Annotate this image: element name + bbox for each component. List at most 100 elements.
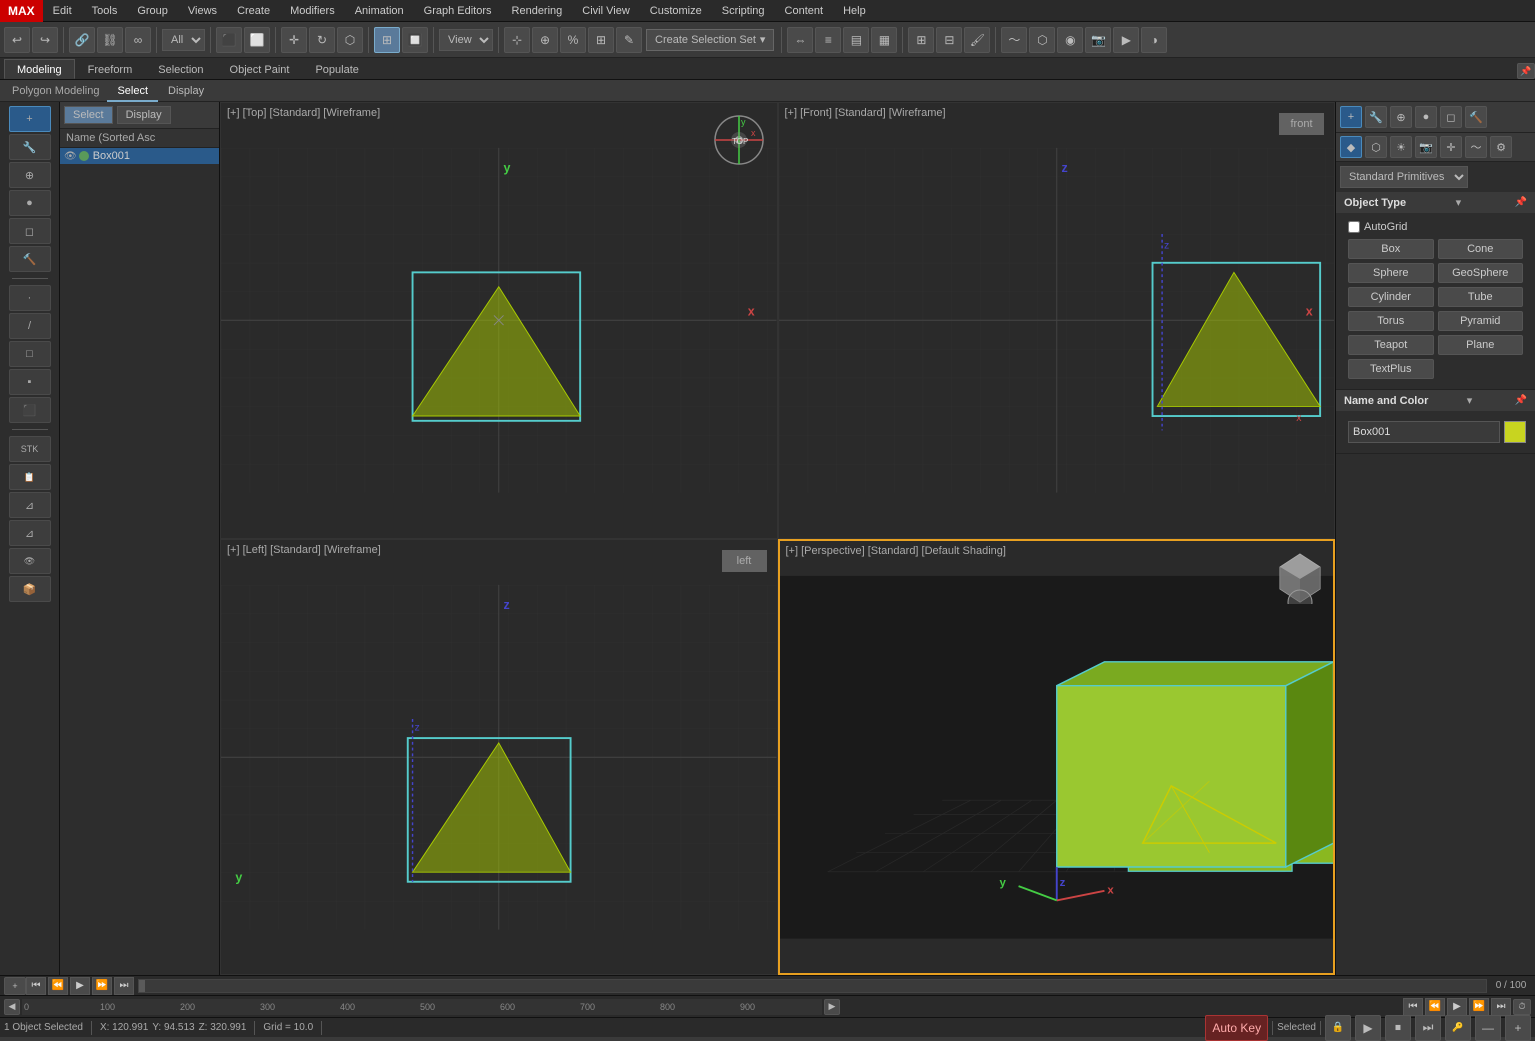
hierarchy-panel-btn[interactable]: ⊕ bbox=[9, 162, 51, 188]
rp-shapes-icon[interactable]: ⬡ bbox=[1365, 136, 1387, 158]
link-button[interactable]: 🔗 bbox=[69, 27, 95, 53]
render-button[interactable]: ▶ bbox=[1113, 27, 1139, 53]
pyramid-button[interactable]: Pyramid bbox=[1438, 311, 1524, 331]
percent-snap-button[interactable]: % bbox=[560, 27, 586, 53]
schematic-view-button[interactable]: ⬡ bbox=[1029, 27, 1055, 53]
rp-primitive-dropdown[interactable]: Standard Primitives Extended Primitives … bbox=[1340, 166, 1468, 188]
menu-rendering[interactable]: Rendering bbox=[502, 0, 573, 22]
go-end-button[interactable]: ⏭ bbox=[114, 977, 134, 995]
redo-button[interactable]: ↪ bbox=[32, 27, 58, 53]
menu-group[interactable]: Group bbox=[127, 0, 178, 22]
rp-systems-icon[interactable]: ⚙ bbox=[1490, 136, 1512, 158]
isolate-btn[interactable]: 👁 bbox=[9, 548, 51, 574]
render-setup-button[interactable]: 📷 bbox=[1085, 27, 1111, 53]
play-controls-next[interactable]: ⏩ bbox=[1469, 998, 1489, 1016]
layer-manager-button[interactable]: ⊞ bbox=[908, 27, 934, 53]
snap-toggle-button[interactable]: 🔲 bbox=[402, 27, 428, 53]
prev-frame-button[interactable]: ⏪ bbox=[48, 977, 68, 995]
play-anim-button[interactable]: ▶ bbox=[1355, 1015, 1381, 1041]
align-view-button[interactable]: ▤ bbox=[843, 27, 869, 53]
tab-freeform[interactable]: Freeform bbox=[75, 59, 146, 79]
color-swatch[interactable] bbox=[1504, 421, 1526, 443]
name-color-pin-icon[interactable]: 📌 bbox=[1515, 395, 1527, 406]
rp-utilities-icon[interactable]: 🔨 bbox=[1465, 106, 1487, 128]
viewport-left[interactable]: [+] [Left] [Standard] [Wireframe] y z bbox=[220, 539, 778, 976]
sub-selection-edge[interactable]: / bbox=[9, 313, 51, 339]
timeline-thumb[interactable] bbox=[139, 980, 145, 992]
snap-2d-button[interactable]: ⊹ bbox=[504, 27, 530, 53]
play-controls-prev[interactable]: ⏪ bbox=[1425, 998, 1445, 1016]
plane-button[interactable]: Plane bbox=[1438, 335, 1524, 355]
autogrid-checkbox[interactable] bbox=[1348, 221, 1360, 233]
select-rotate-button[interactable]: ↻ bbox=[309, 27, 335, 53]
reference-coord-button[interactable]: ⊞ bbox=[374, 27, 400, 53]
zoom-out-button[interactable]: — bbox=[1475, 1015, 1501, 1041]
unlink-button[interactable]: ⛓ bbox=[97, 27, 123, 53]
select-scale-button[interactable]: ⬡ bbox=[337, 27, 363, 53]
rp-motion-icon[interactable]: ● bbox=[1415, 106, 1437, 128]
display-panel-btn[interactable]: ◻ bbox=[9, 218, 51, 244]
undo-button[interactable]: ↩ bbox=[4, 27, 30, 53]
tube-button[interactable]: Tube bbox=[1438, 287, 1524, 307]
geosphere-button[interactable]: GeoSphere bbox=[1438, 263, 1524, 283]
menu-views[interactable]: Views bbox=[178, 0, 227, 22]
viewport-perspective[interactable]: [+] [Perspective] [Standard] [Default Sh… bbox=[778, 539, 1336, 976]
create-panel-btn[interactable]: + bbox=[9, 106, 51, 132]
normal-align-button[interactable]: ▦ bbox=[871, 27, 897, 53]
filter-btn[interactable]: ⊿ bbox=[9, 492, 51, 518]
select-button[interactable]: ⬛ bbox=[216, 27, 242, 53]
object-paint-button[interactable]: 🖌 bbox=[964, 27, 990, 53]
menu-create[interactable]: Create bbox=[227, 0, 280, 22]
filter-dropdown[interactable]: All bbox=[162, 29, 205, 51]
rp-create-icon[interactable]: + bbox=[1340, 106, 1362, 128]
scene-display-btn[interactable]: Display bbox=[117, 106, 171, 124]
go-start-button[interactable]: ⏮ bbox=[26, 977, 46, 995]
perspective-gizmo[interactable] bbox=[1275, 549, 1325, 599]
menu-scripting[interactable]: Scripting bbox=[712, 0, 775, 22]
object-type-header[interactable]: Object Type ▾ 📌 bbox=[1336, 192, 1535, 213]
menu-tools[interactable]: Tools bbox=[82, 0, 128, 22]
active-shade-button[interactable]: ◑ bbox=[1141, 27, 1167, 53]
next-frame-button[interactable]: ⏩ bbox=[92, 977, 112, 995]
cone-button[interactable]: Cone bbox=[1438, 239, 1524, 259]
stop-anim-button[interactable]: ⏹ bbox=[1385, 1015, 1411, 1041]
torus-button[interactable]: Torus bbox=[1348, 311, 1434, 331]
viewport-top-label[interactable]: [+] [Top] [Standard] [Wireframe] bbox=[227, 107, 380, 119]
timeline-scroll-right[interactable]: ▶ bbox=[824, 999, 840, 1015]
rp-geom-icon[interactable]: ◆ bbox=[1340, 136, 1362, 158]
stack-display-btn[interactable]: STK bbox=[9, 436, 51, 462]
sphere-button[interactable]: Sphere bbox=[1348, 263, 1434, 283]
viewport-perspective-label[interactable]: [+] [Perspective] [Standard] [Default Sh… bbox=[786, 545, 1006, 557]
menu-graph-editors[interactable]: Graph Editors bbox=[414, 0, 502, 22]
viewport-front[interactable]: [+] [Front] [Standard] [Wireframe] x z bbox=[778, 102, 1336, 539]
modify-panel-btn[interactable]: 🔧 bbox=[9, 134, 51, 160]
sec-tab-select[interactable]: Select bbox=[107, 80, 158, 102]
time-config-button[interactable]: ⏱ bbox=[1513, 999, 1531, 1015]
object-type-pin-icon[interactable]: 📌 bbox=[1515, 197, 1527, 208]
box-button[interactable]: Box bbox=[1348, 239, 1434, 259]
tab-modeling[interactable]: Modeling bbox=[4, 59, 75, 79]
cylinder-button[interactable]: Cylinder bbox=[1348, 287, 1434, 307]
play-controls-play[interactable]: ▶ bbox=[1447, 998, 1467, 1016]
filter2-btn[interactable]: ⊿ bbox=[9, 520, 51, 546]
select-move-button[interactable]: ✛ bbox=[281, 27, 307, 53]
tab-object-paint[interactable]: Object Paint bbox=[217, 59, 303, 79]
visibility-icon[interactable]: 👁 bbox=[64, 151, 77, 162]
menu-civil-view[interactable]: Civil View bbox=[572, 0, 639, 22]
rp-spacewarps-icon[interactable]: 〜 bbox=[1465, 136, 1487, 158]
timeline-scroll-left[interactable]: ◀ bbox=[4, 999, 20, 1015]
scene-explorer-button[interactable]: ⊟ bbox=[936, 27, 962, 53]
zoom-in-button[interactable]: + bbox=[1505, 1015, 1531, 1041]
rp-hierarchy-icon[interactable]: ⊕ bbox=[1390, 106, 1412, 128]
rp-cameras-icon[interactable]: 📷 bbox=[1415, 136, 1437, 158]
tab-selection[interactable]: Selection bbox=[145, 59, 216, 79]
object-name-input[interactable] bbox=[1348, 421, 1500, 443]
menu-customize[interactable]: Customize bbox=[640, 0, 712, 22]
name-color-header[interactable]: Name and Color ▾ 📌 bbox=[1336, 390, 1535, 411]
mirror-button[interactable]: ⇔ bbox=[787, 27, 813, 53]
timeline-slider[interactable] bbox=[138, 979, 1487, 993]
create-selection-set-dropdown[interactable]: Create Selection Set ▾ bbox=[646, 29, 774, 51]
menu-content[interactable]: Content bbox=[775, 0, 834, 22]
material-editor-button[interactable]: ◉ bbox=[1057, 27, 1083, 53]
play-button[interactable]: ▶ bbox=[70, 977, 90, 995]
